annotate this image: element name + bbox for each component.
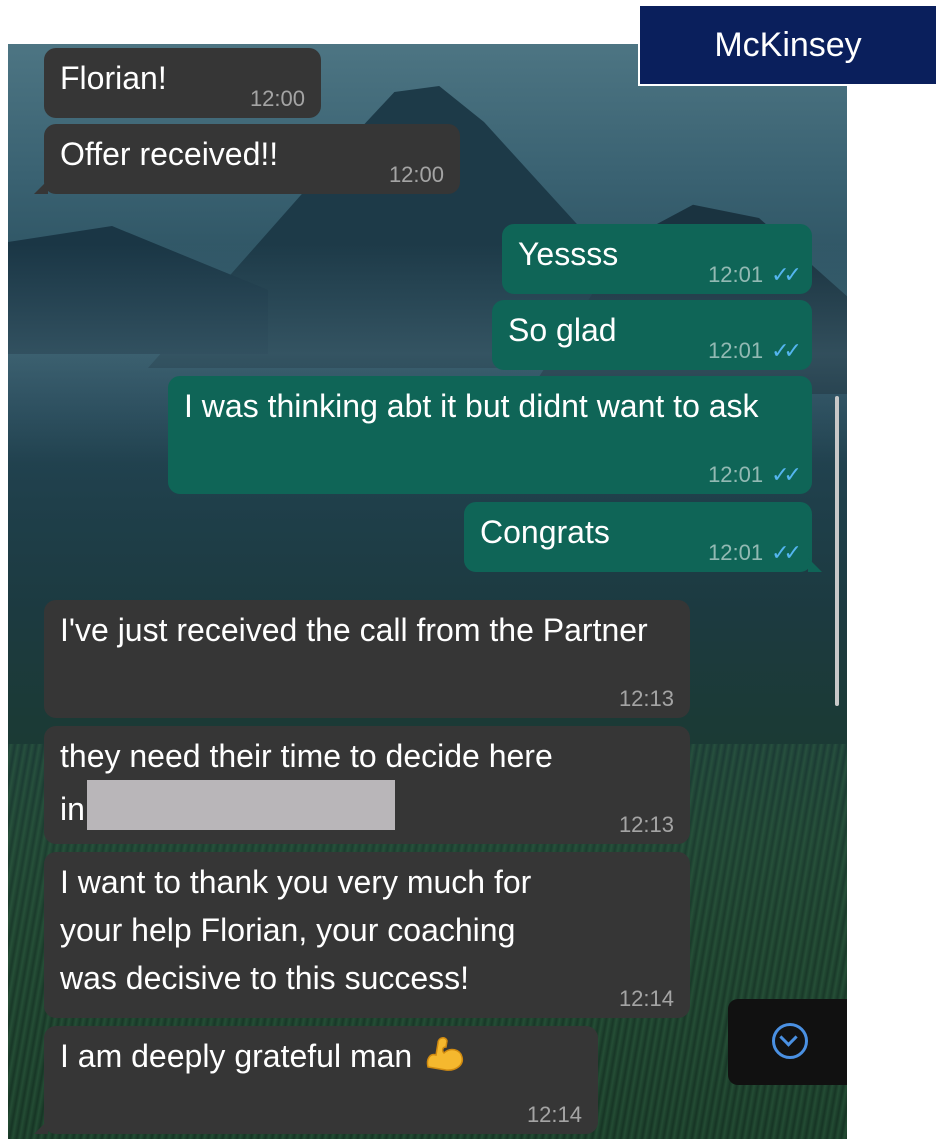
message-text-line-2: in <box>60 780 674 833</box>
message-bubble-incoming[interactable]: I am deeply grateful man 12:14 <box>34 1026 598 1134</box>
flexed-biceps-icon <box>426 1037 464 1071</box>
message-time: 12:00 <box>388 162 444 187</box>
message-bubble-outgoing[interactable]: I was thinking abt it but didnt want to … <box>168 376 812 494</box>
message-time: 12:13 <box>618 812 674 837</box>
message-bubble-outgoing[interactable]: Congrats 12:01 ✓✓ <box>464 502 822 572</box>
message-text: Florian! <box>60 60 167 96</box>
message-meta: 12:01 ✓✓ <box>708 462 802 488</box>
message-meta: 12:01 ✓✓ <box>708 338 802 364</box>
message-time: 12:01 <box>708 462 764 487</box>
message-time: 12:14 <box>526 1102 582 1127</box>
read-ticks-icon: ✓✓ <box>771 262 802 287</box>
bubble-tail <box>34 1120 48 1134</box>
read-ticks-icon: ✓✓ <box>771 540 802 565</box>
message-text: I've just received the call from the Par… <box>60 612 648 648</box>
message-text: I want to thank you very much for your h… <box>60 864 532 996</box>
message-time: 12:14 <box>618 986 674 1011</box>
read-ticks-icon: ✓✓ <box>771 462 802 487</box>
message-time: 12:01 <box>708 338 764 363</box>
scroll-to-bottom-button[interactable] <box>728 999 847 1085</box>
message-time: 12:01 <box>708 540 764 565</box>
bubble-tail <box>34 180 48 194</box>
message-bubble-outgoing[interactable]: So glad 12:01 ✓✓ <box>492 300 812 370</box>
read-ticks-icon: ✓✓ <box>771 338 802 363</box>
message-text-line: they need their time to decide here <box>60 738 553 774</box>
message-meta: 12:01 ✓✓ <box>708 262 802 288</box>
redacted-block <box>86 780 395 830</box>
brand-label: McKinsey <box>714 25 862 64</box>
message-text: Offer received!! <box>60 136 279 172</box>
message-meta: 12:01 ✓✓ <box>708 540 802 566</box>
message-text: I was thinking abt it but didnt want to … <box>184 388 759 424</box>
message-bubble-outgoing[interactable]: Yessss 12:01 ✓✓ <box>502 224 812 294</box>
message-text: So glad <box>508 312 617 348</box>
bubble-tail <box>808 558 822 572</box>
message-bubble-incoming[interactable]: they need their time to decide here in 1… <box>44 726 690 844</box>
message-bubble-incoming[interactable]: Offer received!! 12:00 <box>34 124 460 194</box>
message-text: Yessss <box>518 236 619 272</box>
chat-window[interactable]: Florian! 12:00 Offer received!! 12:00 Ye… <box>8 44 847 1139</box>
message-bubble-incoming[interactable]: I've just received the call from the Par… <box>44 600 690 718</box>
message-bubble-incoming[interactable]: I want to thank you very much for your h… <box>44 852 690 1018</box>
scrollbar[interactable] <box>835 396 839 706</box>
brand-badge: McKinsey <box>638 4 938 86</box>
message-text: I am deeply grateful man <box>60 1038 413 1074</box>
message-time: 12:13 <box>618 686 674 711</box>
message-time: 12:01 <box>708 262 764 287</box>
message-bubble-incoming[interactable]: Florian! 12:00 <box>44 48 321 118</box>
message-text: Congrats <box>480 514 610 550</box>
message-text: in <box>60 791 85 827</box>
message-time: 12:00 <box>249 86 305 111</box>
